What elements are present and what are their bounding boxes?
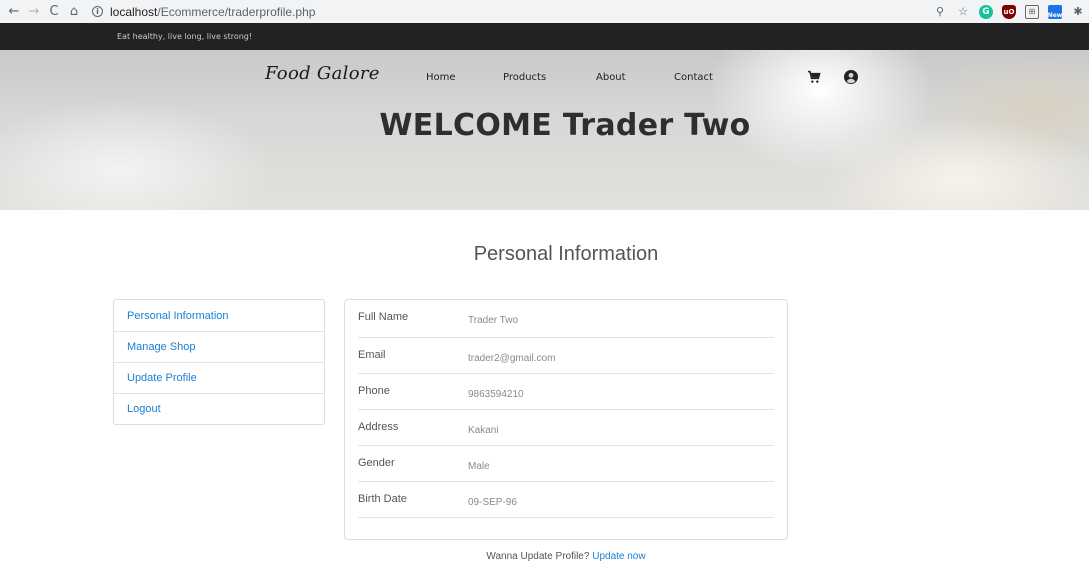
url-host: localhost bbox=[110, 4, 158, 19]
nav-contact-link[interactable]: Contact bbox=[674, 72, 713, 83]
update-profile-note: Wanna Update Profile? Update now bbox=[0, 551, 1089, 562]
user-icon[interactable] bbox=[843, 69, 859, 85]
tagline: Eat healthy, live long, live strong! bbox=[117, 32, 253, 41]
info-value: trader2@gmail.com bbox=[468, 353, 556, 364]
info-label: Email bbox=[358, 349, 386, 361]
browser-toolbar: ← → C ⌂ i localhost/Ecommerce/traderprof… bbox=[0, 0, 1089, 23]
update-now-link[interactable]: Update now bbox=[592, 551, 645, 562]
info-value: 9863594210 bbox=[468, 389, 524, 400]
info-row-full-name: Full Name Trader Two bbox=[358, 300, 774, 338]
extensions-area: ⚲ ☆ G uO ⊞ New ✱ bbox=[933, 0, 1085, 23]
top-strip: Eat healthy, live long, live strong! bbox=[0, 23, 1089, 50]
cart-icon[interactable] bbox=[806, 69, 822, 85]
info-row-email: Email trader2@gmail.com bbox=[358, 338, 774, 374]
back-icon[interactable]: ← bbox=[4, 4, 24, 19]
nav-home-link[interactable]: Home bbox=[426, 72, 456, 83]
address-bar[interactable]: i localhost/Ecommerce/traderprofile.php bbox=[92, 5, 315, 19]
info-row-address: Address Kakani bbox=[358, 410, 774, 446]
side-item-logout[interactable]: Logout bbox=[114, 393, 324, 424]
bookmark-star-icon[interactable]: ☆ bbox=[956, 5, 970, 19]
info-value: Trader Two bbox=[468, 315, 519, 326]
side-item-personal-information[interactable]: Personal Information bbox=[114, 300, 324, 331]
ublock-extension-icon[interactable]: uO bbox=[1002, 4, 1016, 19]
update-profile-text: Wanna Update Profile? bbox=[486, 551, 590, 562]
info-label: Birth Date bbox=[358, 493, 407, 505]
personal-info-card: Full Name Trader Two Email trader2@gmail… bbox=[344, 299, 788, 540]
info-label: Address bbox=[358, 421, 399, 433]
hero-banner: Food Galore Home Products About Contact … bbox=[0, 50, 1089, 210]
section-title: Personal Information bbox=[473, 243, 659, 265]
home-icon[interactable]: ⌂ bbox=[64, 4, 84, 19]
forward-icon[interactable]: → bbox=[24, 4, 44, 19]
welcome-heading: WELCOME Trader Two bbox=[379, 108, 751, 143]
info-value: 09-SEP-96 bbox=[468, 497, 517, 508]
info-row-gender: Gender Male bbox=[358, 446, 774, 482]
site-logo[interactable]: Food Galore bbox=[265, 63, 380, 84]
extensions-puzzle-icon[interactable]: ✱ bbox=[1071, 5, 1085, 19]
side-item-manage-shop[interactable]: Manage Shop bbox=[114, 331, 324, 362]
info-label: Full Name bbox=[358, 311, 409, 323]
zoom-icon[interactable]: ⚲ bbox=[933, 5, 947, 19]
info-row-phone: Phone 9863594210 bbox=[358, 374, 774, 410]
reload-icon[interactable]: C bbox=[44, 4, 64, 19]
info-label: Phone bbox=[358, 385, 390, 397]
info-row-birth-date: Birth Date 09-SEP-96 bbox=[358, 482, 774, 518]
nav-products-link[interactable]: Products bbox=[503, 72, 546, 83]
new-extension-icon[interactable]: New bbox=[1048, 4, 1062, 19]
extension-box-icon[interactable]: ⊞ bbox=[1025, 4, 1039, 19]
info-value: Male bbox=[468, 461, 490, 472]
url-path: /Ecommerce/traderprofile.php bbox=[157, 4, 316, 19]
main-navbar: Food Galore Home Products About Contact bbox=[0, 63, 1089, 91]
nav-about-link[interactable]: About bbox=[596, 72, 626, 83]
profile-side-menu: Personal Information Manage Shop Update … bbox=[113, 299, 325, 425]
info-value: Kakani bbox=[468, 425, 499, 436]
grammarly-extension-icon[interactable]: G bbox=[979, 4, 993, 19]
site-info-icon[interactable]: i bbox=[92, 6, 103, 17]
side-item-update-profile[interactable]: Update Profile bbox=[114, 362, 324, 393]
info-label: Gender bbox=[358, 457, 395, 469]
